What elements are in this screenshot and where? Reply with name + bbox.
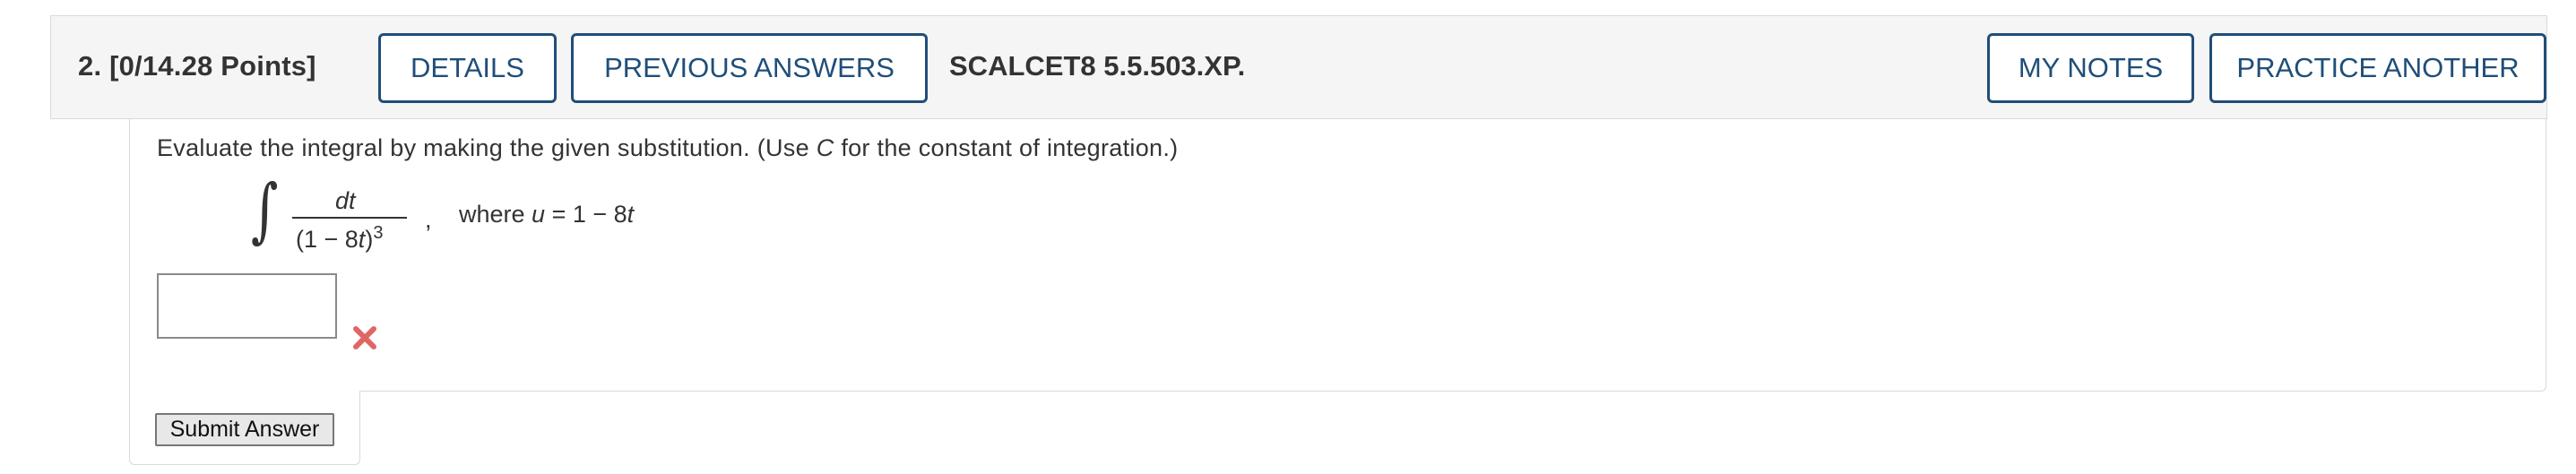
constant-symbol: C — [816, 134, 834, 161]
fraction-bar — [292, 217, 407, 219]
denominator-exponent: 3 — [373, 223, 384, 243]
where-label: where — [459, 201, 532, 228]
expression-separator: , — [425, 206, 432, 233]
points-label: [0/14.28 Points] — [109, 50, 316, 82]
details-button[interactable]: DETAILS — [378, 33, 557, 103]
x-mark-icon — [353, 326, 376, 349]
practice-another-button[interactable]: PRACTICE ANOTHER — [2209, 33, 2546, 103]
fraction-numerator: dt — [335, 187, 356, 214]
question-card: 2. [0/14.28 Points] DETAILS PREVIOUS ANS… — [0, 0, 2576, 474]
problem-code: SCALCET8 5.5.503.XP. — [949, 50, 1246, 82]
substitution-variable: u — [532, 201, 546, 228]
my-notes-button[interactable]: MY NOTES — [1987, 33, 2194, 103]
question-number-label: 2. — [78, 50, 102, 82]
instruction-text-start: Evaluate the integral by making the give… — [157, 134, 817, 161]
substitution-text: where u = 1 − 8t — [459, 201, 634, 228]
submit-answer-button[interactable]: Submit Answer — [155, 413, 334, 446]
previous-answers-button[interactable]: PREVIOUS ANSWERS — [571, 33, 928, 103]
problem-instruction: Evaluate the integral by making the give… — [157, 134, 1178, 162]
substitution-t: t — [627, 201, 635, 228]
substitution-expression: = 1 − 8 — [545, 201, 627, 228]
integral-symbol: ∫ — [251, 170, 279, 251]
question-number: 2. [0/14.28 Points] — [78, 50, 316, 82]
denominator-close: ) — [365, 226, 374, 253]
fraction-denominator: (1 − 8t)3 — [296, 223, 383, 254]
answer-input[interactable] — [157, 273, 337, 339]
question-header: 2. [0/14.28 Points] DETAILS PREVIOUS ANS… — [50, 15, 2547, 119]
denominator-open: (1 − 8 — [296, 226, 359, 253]
instruction-text-end: for the constant of integration.) — [834, 134, 1179, 161]
